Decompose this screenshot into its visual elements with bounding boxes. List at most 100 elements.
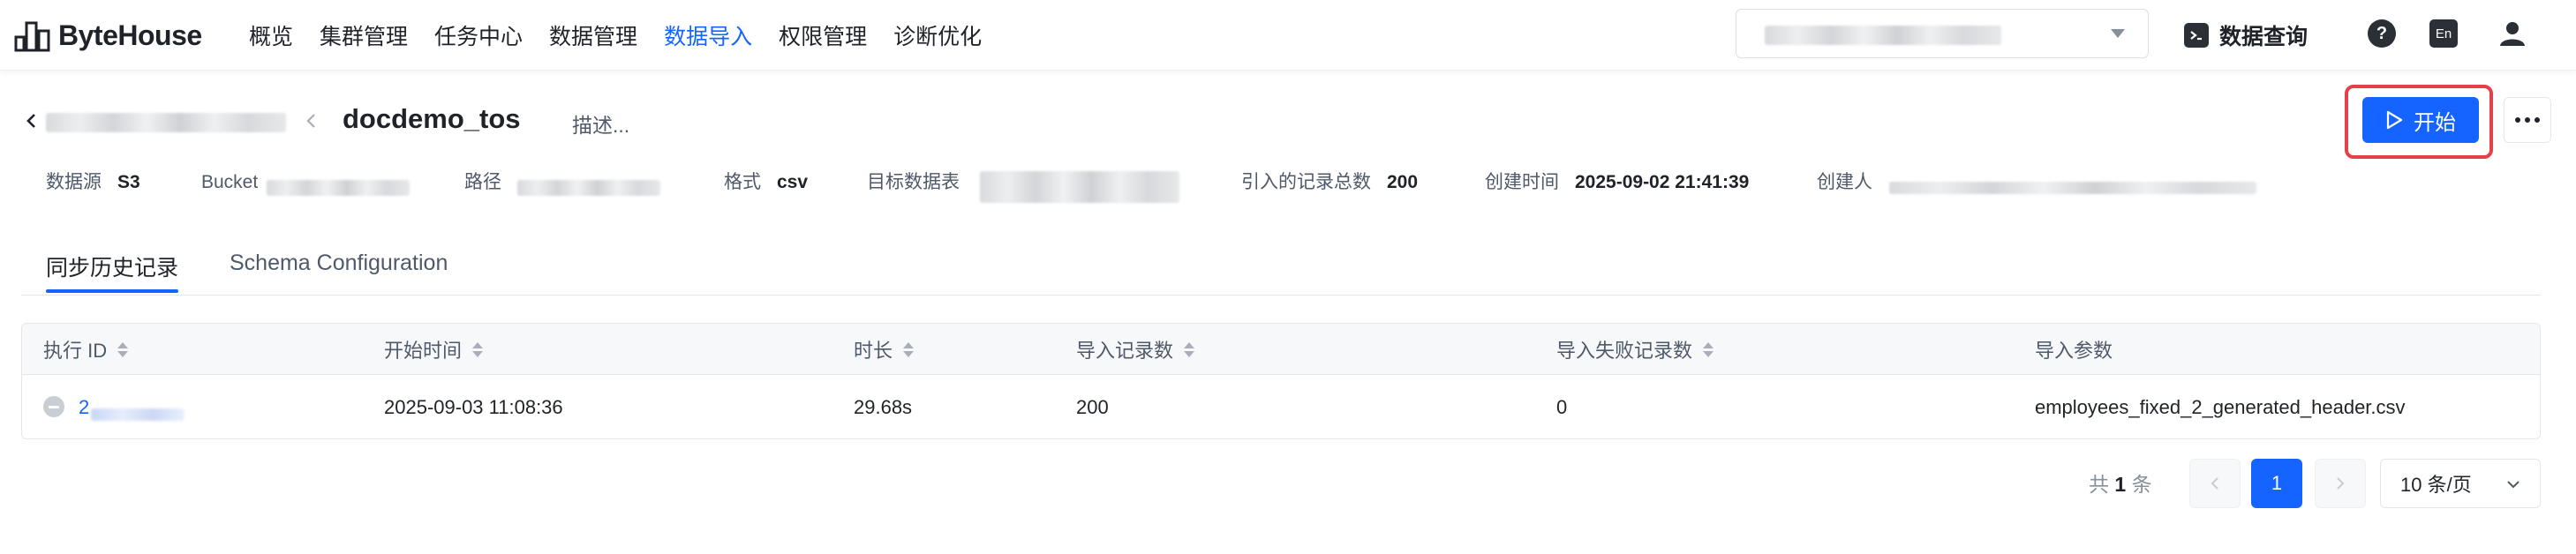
page-size-select[interactable]: 10 条/页: [2380, 459, 2541, 508]
column-header-label: 开始时间: [384, 340, 463, 362]
cell-start-time: 2025-09-03 11:08:36: [384, 396, 563, 418]
tab-sync-history[interactable]: 同步历史记录: [46, 251, 178, 282]
main-nav: 概览 集群管理 任务中心 数据管理 数据导入 权限管理 诊断优化: [249, 0, 1008, 71]
nav-item-permission-management[interactable]: 权限管理: [779, 19, 867, 51]
tabs-divider: [21, 295, 2541, 296]
meta-value: csv: [777, 172, 809, 192]
page-size-value: 10 条/页: [2400, 474, 2472, 496]
meta-target-table: 目标数据表: [867, 171, 960, 194]
column-header-exec-id[interactable]: 执行 ID: [43, 324, 129, 375]
meta-label: 格式: [724, 172, 761, 192]
total-suffix: 条: [2131, 473, 2152, 496]
language-icon[interactable]: En: [2429, 19, 2458, 48]
meta-label: 数据源: [46, 172, 102, 192]
meta-value: 2025-09-02 21:41:39: [1575, 172, 1750, 192]
meta-label: 创建时间: [1485, 172, 1559, 192]
cell-imported-records: 200: [1076, 396, 1109, 418]
chevron-left-icon: [2211, 477, 2218, 490]
more-options-button[interactable]: [2504, 97, 2551, 143]
sort-icon[interactable]: [1184, 341, 1195, 357]
meta-label: Bucket: [201, 172, 259, 192]
redacted-breadcrumb[interactable]: [46, 113, 286, 132]
nav-item-diagnosis-optimization[interactable]: 诊断优化: [893, 19, 982, 51]
cell-duration: 29.68s: [854, 396, 913, 418]
meta-label: 引入的记录总数: [1241, 172, 1371, 192]
help-icon[interactable]: ?: [2368, 19, 2396, 48]
nav-item-data-management[interactable]: 数据管理: [549, 19, 637, 51]
cluster-select[interactable]: [1736, 9, 2149, 58]
nav-item-data-import[interactable]: 数据导入: [664, 19, 752, 51]
page-1-button[interactable]: 1: [2251, 459, 2302, 508]
data-query-label: 数据查询: [2219, 25, 2309, 49]
column-header-label: 导入参数: [2035, 340, 2113, 362]
terminal-icon: [2184, 23, 2209, 48]
redacted-exec-id: [91, 408, 185, 421]
app-name: ByteHouse: [58, 19, 202, 51]
data-query-button[interactable]: 数据查询: [2184, 18, 2308, 53]
meta-bucket: Bucket: [201, 171, 258, 194]
redacted-cluster-name: [1765, 26, 2001, 45]
tab-schema-configuration[interactable]: Schema Configuration: [230, 251, 448, 276]
meta-creator: 创建人: [1817, 171, 1872, 194]
table-row[interactable]: 2 2025-09-03 11:08:36 29.68s 200 0 emplo…: [22, 375, 2540, 438]
prev-page-button[interactable]: [2189, 459, 2241, 508]
more-dot-icon: [2535, 117, 2540, 123]
column-header-import-params: 导入参数: [2035, 324, 2113, 375]
bytehouse-logo-icon: [14, 21, 50, 52]
redacted-target-table-value: [980, 171, 1179, 203]
cell-failed-records: 0: [1556, 396, 1568, 418]
column-header-label: 导入失败记录数: [1556, 340, 1693, 362]
meta-format: 格式 csv: [724, 171, 808, 194]
next-page-button[interactable]: [2315, 459, 2366, 508]
pagination-total: 共 1 条: [2089, 468, 2152, 498]
total-prefix: 共: [2089, 473, 2109, 496]
description-edit[interactable]: 描述...: [572, 109, 629, 138]
table-header: 执行 ID 开始时间 时长 导入记录数 导入失败记录数 导入参数: [22, 324, 2540, 375]
more-dot-icon: [2515, 117, 2520, 123]
back-arrow-icon[interactable]: [23, 109, 41, 132]
chevron-down-icon: [2507, 481, 2520, 489]
caret-down-icon: [2111, 29, 2125, 38]
exec-id-link[interactable]: 2: [79, 375, 89, 438]
meta-label: 创建人: [1817, 172, 1872, 192]
column-header-label: 执行 ID: [43, 340, 108, 362]
column-header-start-time[interactable]: 开始时间: [384, 324, 484, 375]
sort-icon[interactable]: [117, 341, 129, 357]
play-icon: [2386, 110, 2403, 130]
column-header-duration[interactable]: 时长: [854, 324, 915, 375]
cell-import-params: employees_fixed_2_generated_header.csv: [2035, 396, 2406, 418]
start-button[interactable]: 开始: [2362, 97, 2479, 143]
meta-value: 200: [1387, 172, 1419, 192]
redacted-path-value: [517, 180, 660, 196]
nav-item-cluster-management[interactable]: 集群管理: [320, 19, 408, 51]
column-header-imported-records[interactable]: 导入记录数: [1076, 324, 1195, 375]
meta-value: S3: [117, 172, 140, 192]
meta-label: 路径: [464, 172, 501, 192]
task-title: docdemo_tos: [343, 103, 521, 134]
total-count: 1: [2114, 473, 2127, 496]
column-header-failed-records[interactable]: 导入失败记录数: [1556, 324, 1714, 375]
more-dot-icon: [2525, 117, 2530, 123]
sync-history-table: 执行 ID 开始时间 时长 导入记录数 导入失败记录数 导入参数 2 2025-…: [21, 323, 2541, 439]
status-stopped-icon: [43, 396, 64, 417]
meta-created-time: 创建时间 2025-09-02 21:41:39: [1485, 171, 1749, 194]
user-icon[interactable]: [2497, 18, 2528, 49]
nav-item-overview[interactable]: 概览: [249, 19, 293, 51]
active-tab-indicator: [46, 289, 178, 293]
column-header-label: 导入记录数: [1076, 340, 1174, 362]
chevron-right-icon: [2337, 477, 2345, 490]
nav-item-task-center[interactable]: 任务中心: [434, 19, 523, 51]
redacted-creator-value: [1889, 182, 2256, 194]
meta-record-total: 引入的记录总数 200: [1241, 171, 1418, 194]
top-navigation-bar: ByteHouse 概览 集群管理 任务中心 数据管理 数据导入 权限管理 诊断…: [0, 0, 2576, 71]
sort-icon[interactable]: [1703, 341, 1714, 357]
chevron-left-icon: [306, 114, 315, 128]
meta-path: 路径: [464, 171, 501, 194]
bytehouse-logo[interactable]: ByteHouse: [14, 16, 202, 55]
sort-icon[interactable]: [903, 341, 915, 357]
start-button-label: 开始: [2414, 110, 2456, 135]
redacted-bucket-value: [267, 180, 410, 196]
sort-icon[interactable]: [472, 341, 484, 357]
meta-label: 目标数据表: [867, 172, 960, 192]
column-header-label: 时长: [854, 340, 893, 362]
